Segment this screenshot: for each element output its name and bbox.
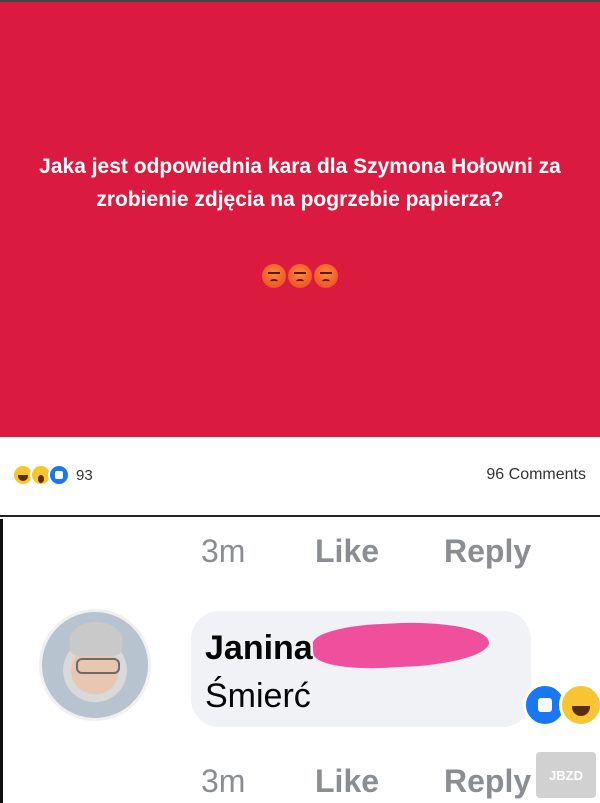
comment-time: 3m — [201, 533, 246, 569]
haha-reaction-icon — [559, 683, 600, 727]
like-reaction-icon — [48, 464, 70, 486]
post-card: Jaka jest odpowiednia kara dla Szymona H… — [0, 0, 600, 437]
reply-button[interactable]: Reply — [444, 533, 564, 570]
comment-text: Śmierć — [205, 677, 311, 715]
comment-time: 3m — [201, 763, 246, 799]
comment-author[interactable]: Janina — [205, 629, 313, 668]
post-text: Jaka jest odpowiednia kara dla Szymona H… — [39, 155, 561, 211]
angry-face-icon — [288, 264, 312, 288]
angry-face-icon — [262, 264, 286, 288]
like-button[interactable]: Like — [315, 763, 405, 800]
comments-count-link[interactable]: 96 Comments — [486, 466, 586, 484]
like-button[interactable]: Like — [315, 533, 405, 570]
comment-bubble: Janina Śmierć — [191, 611, 531, 727]
comments-section: 3m Like Reply Janina Śmierć 3m Like Repl… — [0, 519, 600, 803]
reaction-count: 93 — [76, 466, 93, 484]
angry-face-icon — [314, 264, 338, 288]
reaction-summary[interactable]: 93 — [12, 464, 93, 486]
redaction-scribble — [311, 618, 491, 672]
avatar[interactable] — [39, 609, 151, 721]
watermark-logo: JBZD — [536, 752, 596, 798]
post-emoji-row — [0, 264, 600, 288]
comment-reactions[interactable] — [523, 683, 600, 727]
